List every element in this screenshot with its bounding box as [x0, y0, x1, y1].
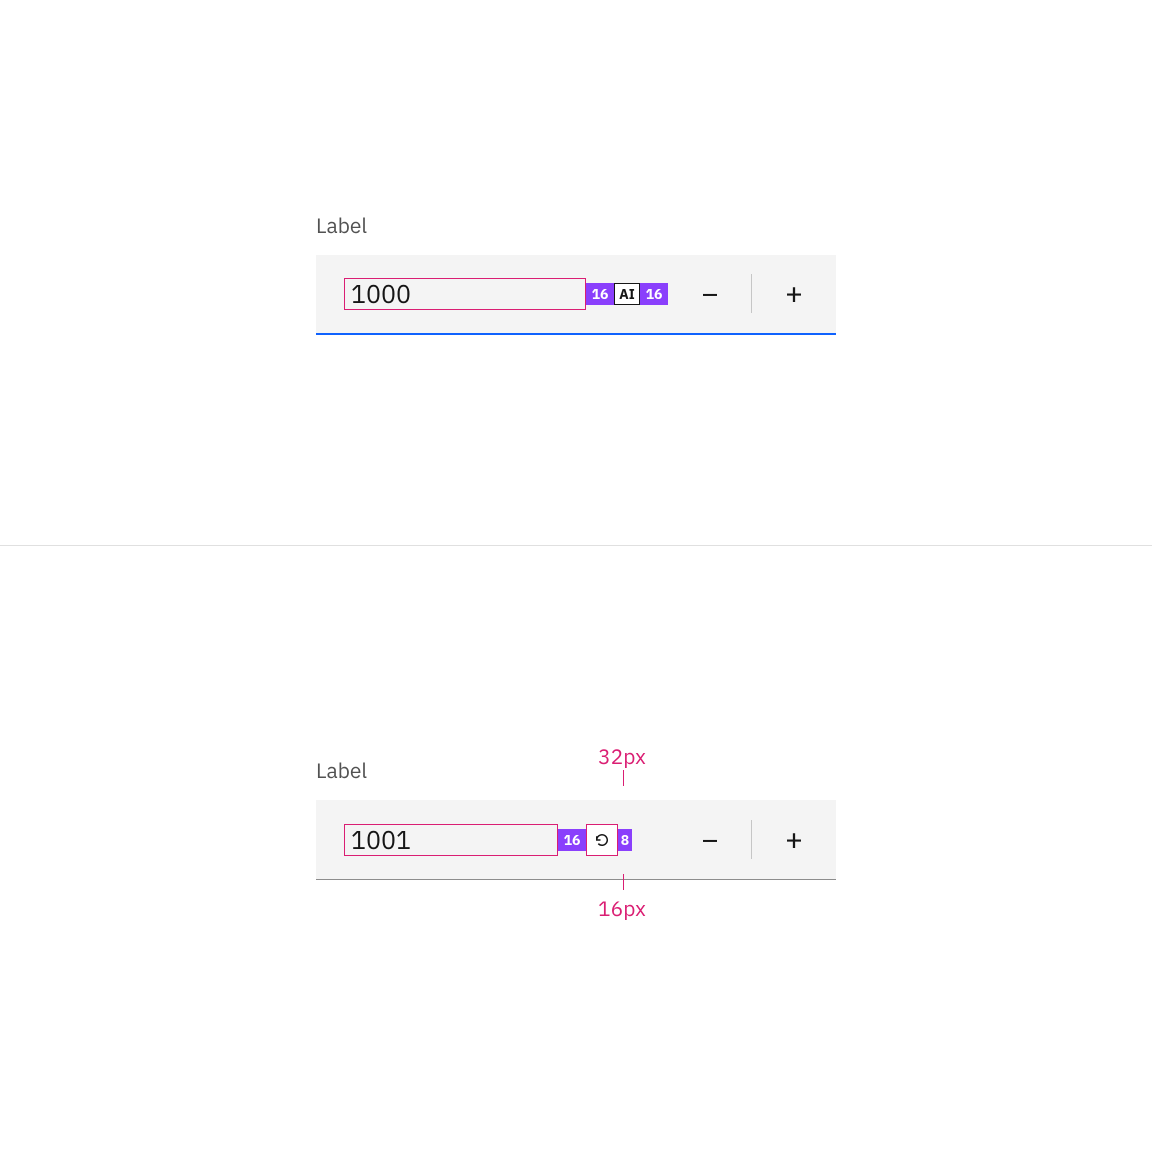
decrement-button[interactable]: −	[668, 800, 752, 879]
undo-icon	[593, 831, 611, 849]
measurement-tick-bottom	[623, 874, 624, 890]
number-input-field[interactable]: 1001 16 8 − +	[316, 800, 836, 880]
number-input-value: 1001	[351, 823, 411, 856]
minus-icon: −	[701, 820, 719, 859]
number-input-value-box[interactable]: 1000	[344, 278, 586, 310]
example-ai-slug-spacing: Label 1000 16 AI 16 − +	[0, 0, 1152, 545]
number-input-value-box[interactable]: 1001	[344, 824, 558, 856]
measurement-icon-callout: 16px	[598, 894, 646, 922]
increment-button[interactable]: +	[752, 800, 836, 879]
increment-button[interactable]: +	[752, 255, 836, 333]
measurement-width-callout: 32px	[598, 742, 646, 770]
field-label: Label	[316, 211, 836, 239]
measurement-tick-top	[623, 770, 624, 786]
field-label: Label	[316, 756, 836, 784]
minus-icon: −	[701, 274, 719, 313]
revert-measure-area: 16 8	[558, 824, 632, 856]
stepper-controls: − +	[668, 800, 836, 879]
plus-icon: +	[785, 274, 803, 313]
spacing-token-right: 16	[640, 283, 668, 305]
number-input-value: 1000	[351, 277, 411, 310]
stepper-controls: − +	[668, 255, 836, 333]
spacing-token-left: 16	[586, 283, 614, 305]
spacing-token-right: 8	[618, 829, 632, 851]
plus-icon: +	[785, 820, 803, 859]
revert-button[interactable]	[586, 824, 618, 856]
number-input-field[interactable]: 1000 16 AI 16 − +	[316, 255, 836, 335]
example-revert-button-spacing: Label 32px 1001 16 8 −	[0, 545, 1152, 1090]
decrement-button[interactable]: −	[668, 255, 752, 333]
ai-slug[interactable]: AI	[614, 283, 640, 305]
spacing-token-left: 16	[558, 829, 586, 851]
